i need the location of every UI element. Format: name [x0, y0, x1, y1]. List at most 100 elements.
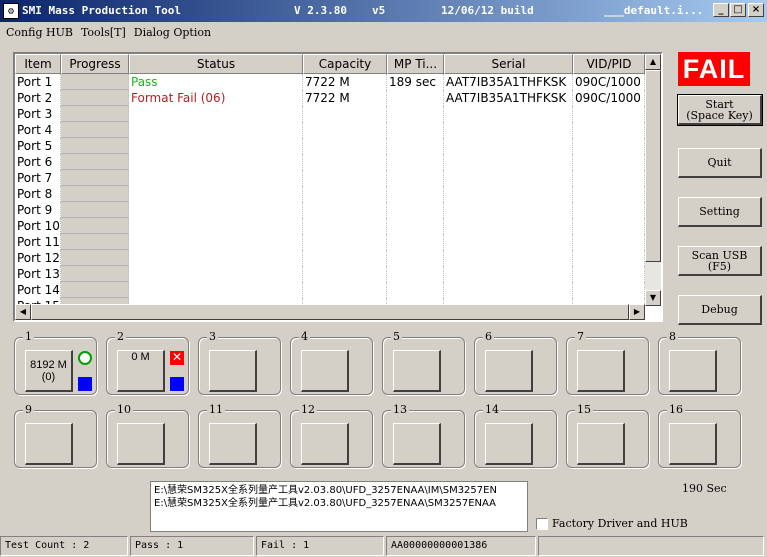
cell-vid-pid — [573, 186, 645, 202]
debug-button[interactable]: Debug — [678, 295, 762, 325]
cell-status — [129, 170, 303, 186]
port-button[interactable]: 8192 M (0) — [25, 350, 73, 392]
setting-button[interactable]: Setting — [678, 197, 762, 227]
cell-progress — [61, 234, 129, 250]
port-panel: 16 — [658, 403, 741, 468]
quit-button[interactable]: Quit — [678, 148, 762, 178]
table-row[interactable]: Port 6 — [15, 154, 645, 170]
factory-driver-checkbox[interactable] — [536, 517, 548, 530]
scroll-left-icon[interactable]: ◀ — [15, 304, 31, 320]
table-row[interactable]: Port 1 Pass 7722 M 189 sec AAT7IB35A1THFKSK 0… — [15, 74, 645, 90]
cell-mp-time — [387, 218, 444, 234]
cell-progress — [61, 138, 129, 154]
title-bar: ⚙ SMI Mass Production Tool V 2.3.80 v5 1… — [0, 0, 767, 22]
col-progress[interactable]: Progress — [61, 54, 129, 74]
table-row[interactable]: Port 11 — [15, 234, 645, 250]
cell-item: Port 10 — [17, 218, 61, 234]
port-button[interactable] — [209, 350, 257, 392]
cell-progress — [61, 266, 129, 282]
cell-capacity — [303, 234, 387, 250]
horizontal-scrollbar[interactable]: ◀ ▶ — [15, 304, 645, 320]
menu-tools[interactable]: Tools[T] — [81, 26, 126, 39]
menu-config-hub[interactable]: Config HUB — [6, 26, 73, 39]
table-row[interactable]: Port 3 — [15, 106, 645, 122]
fail-indicator-icon: ✕ — [170, 350, 184, 365]
col-item[interactable]: Item — [15, 54, 61, 74]
port-button[interactable] — [669, 350, 717, 392]
port-button[interactable] — [669, 423, 717, 465]
cell-status — [129, 122, 303, 138]
port-button[interactable] — [485, 423, 533, 465]
col-vid-pid[interactable]: VID/PID — [573, 54, 645, 74]
app-icon: ⚙ — [3, 3, 19, 19]
cell-item: Port 6 — [15, 154, 61, 170]
col-status[interactable]: Status — [129, 54, 303, 74]
cell-item: Port 11 — [17, 234, 61, 250]
hscroll-thumb[interactable] — [31, 304, 629, 320]
cell-progress — [61, 154, 129, 170]
table-row[interactable]: Port 9 — [15, 202, 645, 218]
vertical-scrollbar[interactable]: ▲ ▼ — [645, 54, 661, 306]
cell-serial: AAT7IB35A1THFKSK — [444, 90, 573, 106]
port-button[interactable] — [393, 350, 441, 392]
scan-usb-button[interactable]: Scan USB (F5) — [678, 246, 762, 276]
cell-serial — [444, 154, 573, 170]
table-row[interactable]: Port 12 — [15, 250, 645, 266]
port-button[interactable] — [485, 350, 533, 392]
table-row[interactable]: Port 4 — [15, 122, 645, 138]
table-row[interactable]: Port 13 — [15, 266, 645, 282]
table-row[interactable]: Port 7 — [15, 170, 645, 186]
cell-serial — [444, 250, 573, 266]
port-button[interactable] — [25, 423, 73, 465]
port-button[interactable] — [301, 423, 349, 465]
col-mp-time[interactable]: MP Ti... — [387, 54, 444, 74]
cell-capacity — [303, 154, 387, 170]
port-button[interactable] — [209, 423, 257, 465]
cell-status — [129, 218, 303, 234]
table-row[interactable]: Port 14 — [15, 282, 645, 298]
cell-mp-time — [387, 90, 444, 106]
port-button[interactable] — [577, 423, 625, 465]
table-row[interactable]: Port 5 — [15, 138, 645, 154]
scroll-up-icon[interactable]: ▲ — [645, 54, 661, 70]
start-button[interactable]: Start (Space Key) — [677, 94, 763, 126]
cell-status — [129, 154, 303, 170]
scroll-down-icon[interactable]: ▼ — [645, 290, 661, 306]
cell-mp-time — [387, 170, 444, 186]
cell-status — [129, 186, 303, 202]
cell-progress — [61, 186, 129, 202]
cell-serial: AAT7IB35A1THFKSK — [444, 74, 573, 90]
menu-bar: Config HUB Tools[T] Dialog Option — [0, 22, 767, 42]
port-panel: 8 — [658, 330, 741, 395]
col-serial[interactable]: Serial — [444, 54, 573, 74]
port-button[interactable] — [393, 423, 441, 465]
build-date: 12/06/12 build — [441, 4, 534, 17]
factory-driver-option[interactable]: Factory Driver and HUB — [536, 517, 688, 530]
port-button[interactable] — [301, 350, 349, 392]
cell-vid-pid — [573, 106, 645, 122]
port-button[interactable] — [117, 423, 165, 465]
port-button[interactable]: 0 M — [117, 350, 165, 392]
port-panel: 14 — [474, 403, 557, 468]
scroll-thumb[interactable] — [645, 70, 661, 262]
minimize-icon[interactable]: _ — [713, 3, 729, 17]
close-icon[interactable]: × — [748, 3, 764, 17]
cell-serial — [444, 122, 573, 138]
port-grid: Item Progress Status Capacity MP Ti... S… — [13, 52, 663, 322]
table-row[interactable]: Port 2 Format Fail (06) 7722 M AAT7IB35A1TH… — [15, 90, 645, 106]
cell-progress — [61, 202, 129, 218]
log-box[interactable]: E:\慧荣SM325X全系列量产工具v2.03.80\UFD_3257ENAA\… — [150, 481, 528, 532]
menu-dialog-option[interactable]: Dialog Option — [134, 26, 211, 39]
scroll-right-icon[interactable]: ▶ — [629, 304, 645, 320]
cell-mp-time: 189 sec — [387, 74, 444, 90]
port-number: 5 — [391, 330, 402, 343]
cell-vid-pid — [573, 234, 645, 250]
maximize-icon[interactable]: □ — [730, 3, 746, 17]
table-row[interactable]: Port 10 — [15, 218, 645, 234]
port-button[interactable] — [577, 350, 625, 392]
col-capacity[interactable]: Capacity — [303, 54, 387, 74]
app-title: SMI Mass Production Tool — [22, 4, 181, 17]
table-row[interactable]: Port 8 — [15, 186, 645, 202]
cell-item: Port 4 — [15, 122, 61, 138]
port-panel: 2 0 M ✕ — [106, 330, 189, 395]
